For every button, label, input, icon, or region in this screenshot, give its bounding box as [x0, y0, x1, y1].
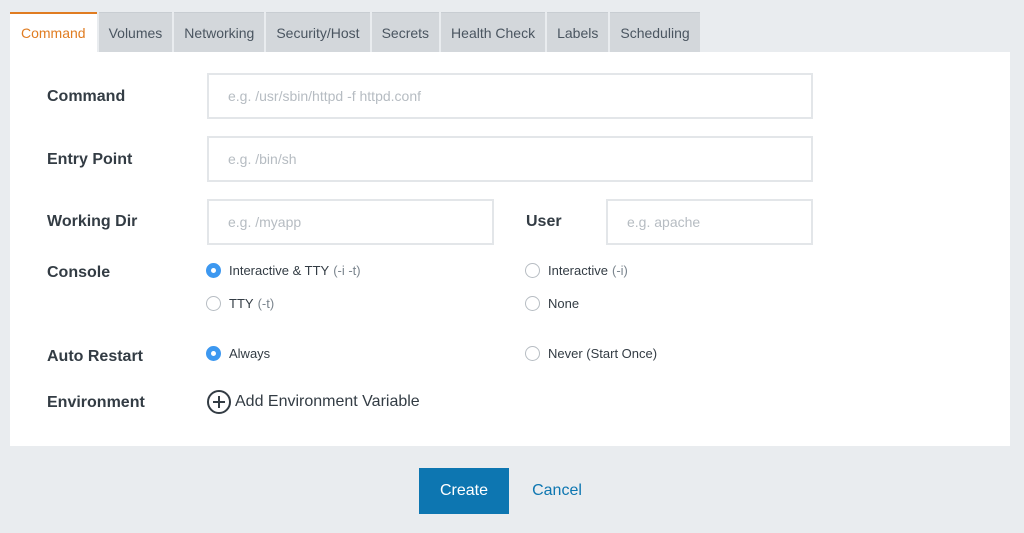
tab-labels[interactable]: Labels: [547, 12, 609, 52]
console-tty-radio[interactable]: TTY (-t): [206, 296, 274, 311]
create-button[interactable]: Create: [419, 468, 509, 514]
tab-volumes[interactable]: Volumes: [98, 12, 173, 52]
plus-circle-icon: [207, 390, 231, 414]
radio-hint: (-t): [257, 296, 275, 311]
command-label: Command: [47, 88, 126, 105]
command-input[interactable]: [207, 73, 813, 119]
console-interactive-radio[interactable]: Interactive (-i): [525, 263, 628, 278]
tab-bar: Command Volumes Networking Security/Host…: [10, 12, 702, 52]
radio-selected-icon: [206, 263, 221, 278]
radio-label: Interactive & TTY: [229, 263, 330, 278]
working-dir-input[interactable]: [207, 199, 494, 245]
console-interactive-tty-radio[interactable]: Interactive & TTY (-i -t): [206, 263, 361, 278]
radio-label: Interactive: [548, 263, 608, 278]
radio-unselected-icon: [206, 296, 221, 311]
add-environment-variable-button[interactable]: Add Environment Variable: [207, 390, 420, 414]
tab-health-check[interactable]: Health Check: [441, 12, 546, 52]
radio-unselected-icon: [525, 346, 540, 361]
radio-unselected-icon: [525, 296, 540, 311]
user-label: User: [526, 213, 562, 230]
command-panel: Command Entry Point Working Dir User Con…: [10, 52, 1010, 446]
radio-label: None: [548, 296, 580, 311]
console-label: Console: [47, 264, 111, 281]
entry-point-input[interactable]: [207, 136, 813, 182]
tab-command[interactable]: Command: [10, 12, 97, 52]
radio-selected-icon: [206, 346, 221, 361]
radio-label: TTY: [229, 296, 254, 311]
radio-unselected-icon: [525, 263, 540, 278]
working-dir-label: Working Dir: [47, 213, 138, 230]
add-environment-variable-label: Add Environment Variable: [235, 393, 420, 410]
console-none-radio[interactable]: None: [525, 296, 579, 311]
restart-never-radio[interactable]: Never (Start Once): [525, 346, 657, 361]
tab-security-host[interactable]: Security/Host: [266, 12, 370, 52]
tab-scheduling[interactable]: Scheduling: [610, 12, 700, 52]
auto-restart-label: Auto Restart: [47, 348, 144, 365]
user-input[interactable]: [606, 199, 813, 245]
restart-always-radio[interactable]: Always: [206, 346, 270, 361]
radio-label: Never (Start Once): [548, 346, 658, 361]
radio-hint: (-i): [611, 263, 628, 278]
radio-hint: (-i -t): [333, 263, 361, 278]
entry-point-label: Entry Point: [47, 151, 133, 168]
tab-networking[interactable]: Networking: [174, 12, 265, 52]
environment-label: Environment: [47, 394, 145, 411]
radio-label: Always: [229, 346, 271, 361]
cancel-button[interactable]: Cancel: [519, 468, 595, 514]
tab-secrets[interactable]: Secrets: [371, 12, 440, 52]
